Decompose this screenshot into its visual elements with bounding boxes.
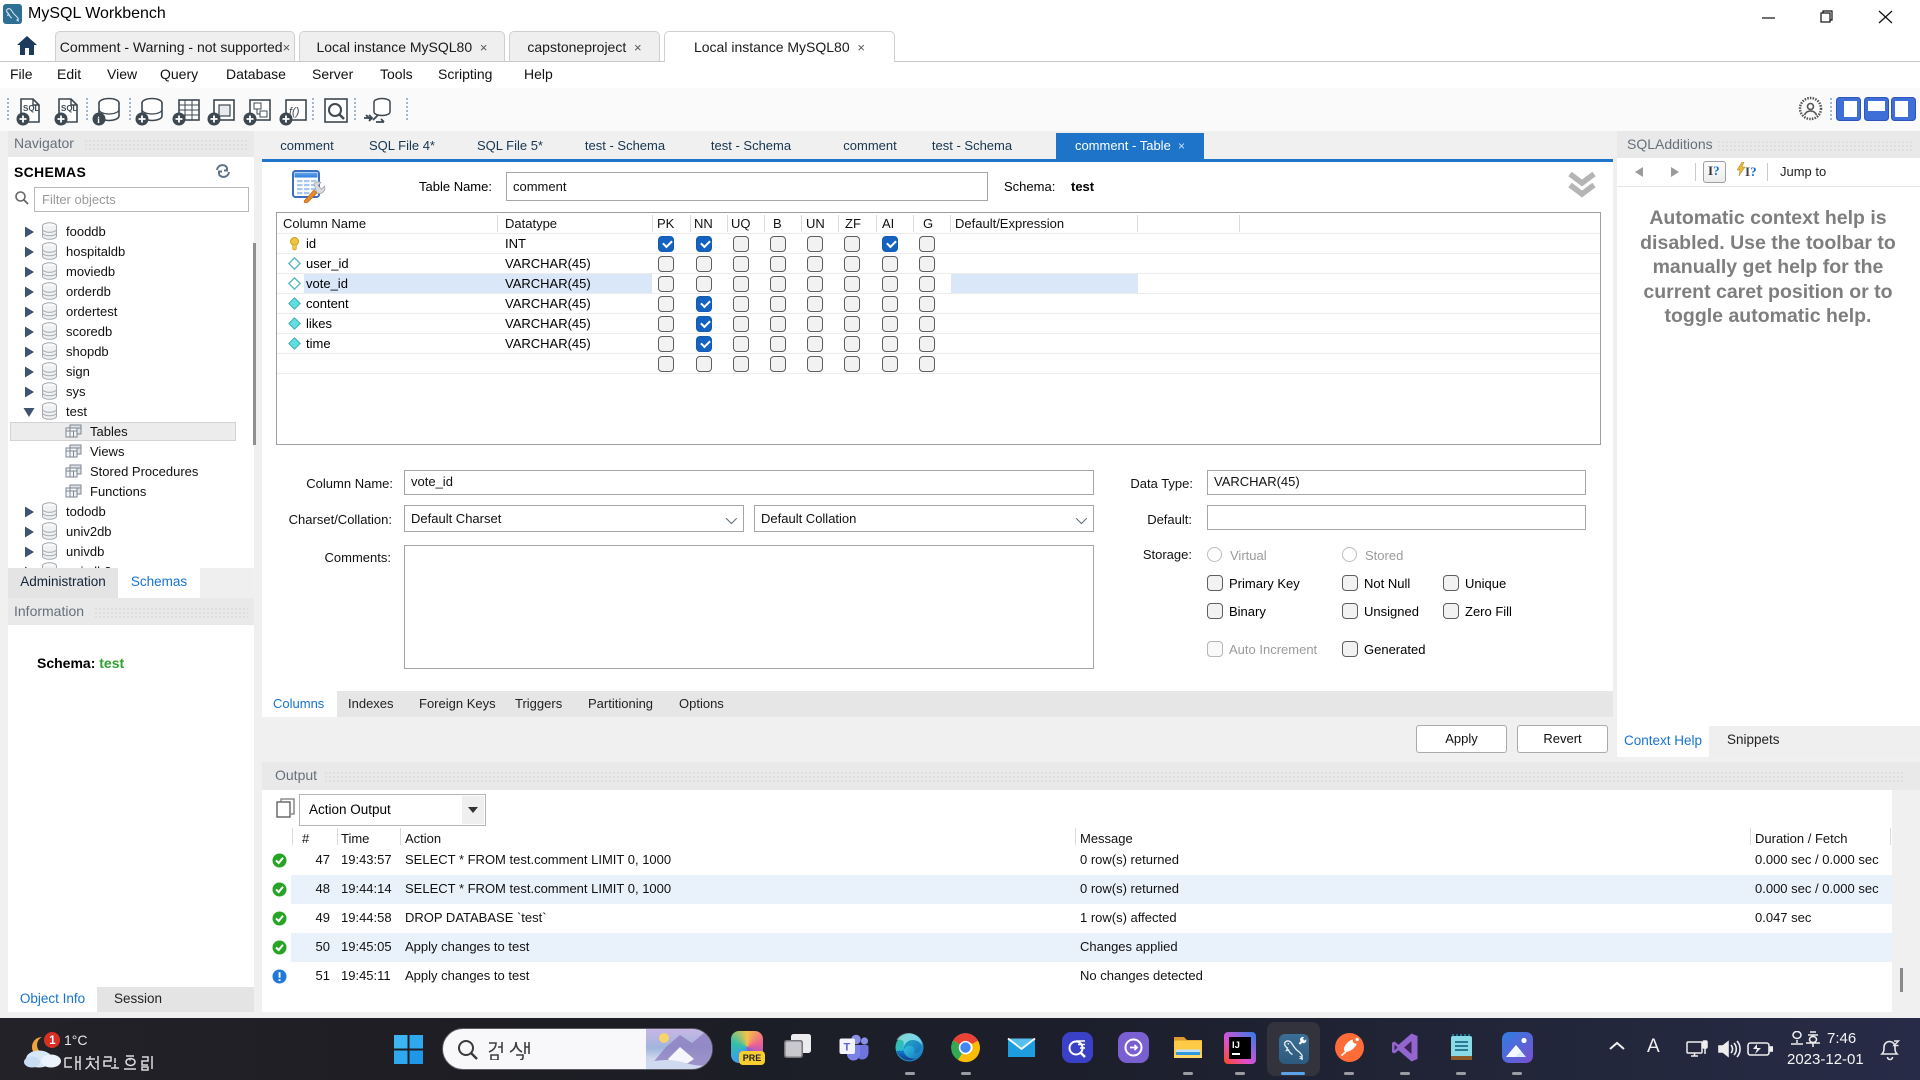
svg-text:SQL: SQL <box>61 104 78 113</box>
svg-text:1: 1 <box>49 1035 56 1047</box>
svg-text:SQL: SQL <box>23 104 40 113</box>
svg-text:T: T <box>844 1042 851 1054</box>
svg-text:IJ: IJ <box>1232 1040 1240 1051</box>
